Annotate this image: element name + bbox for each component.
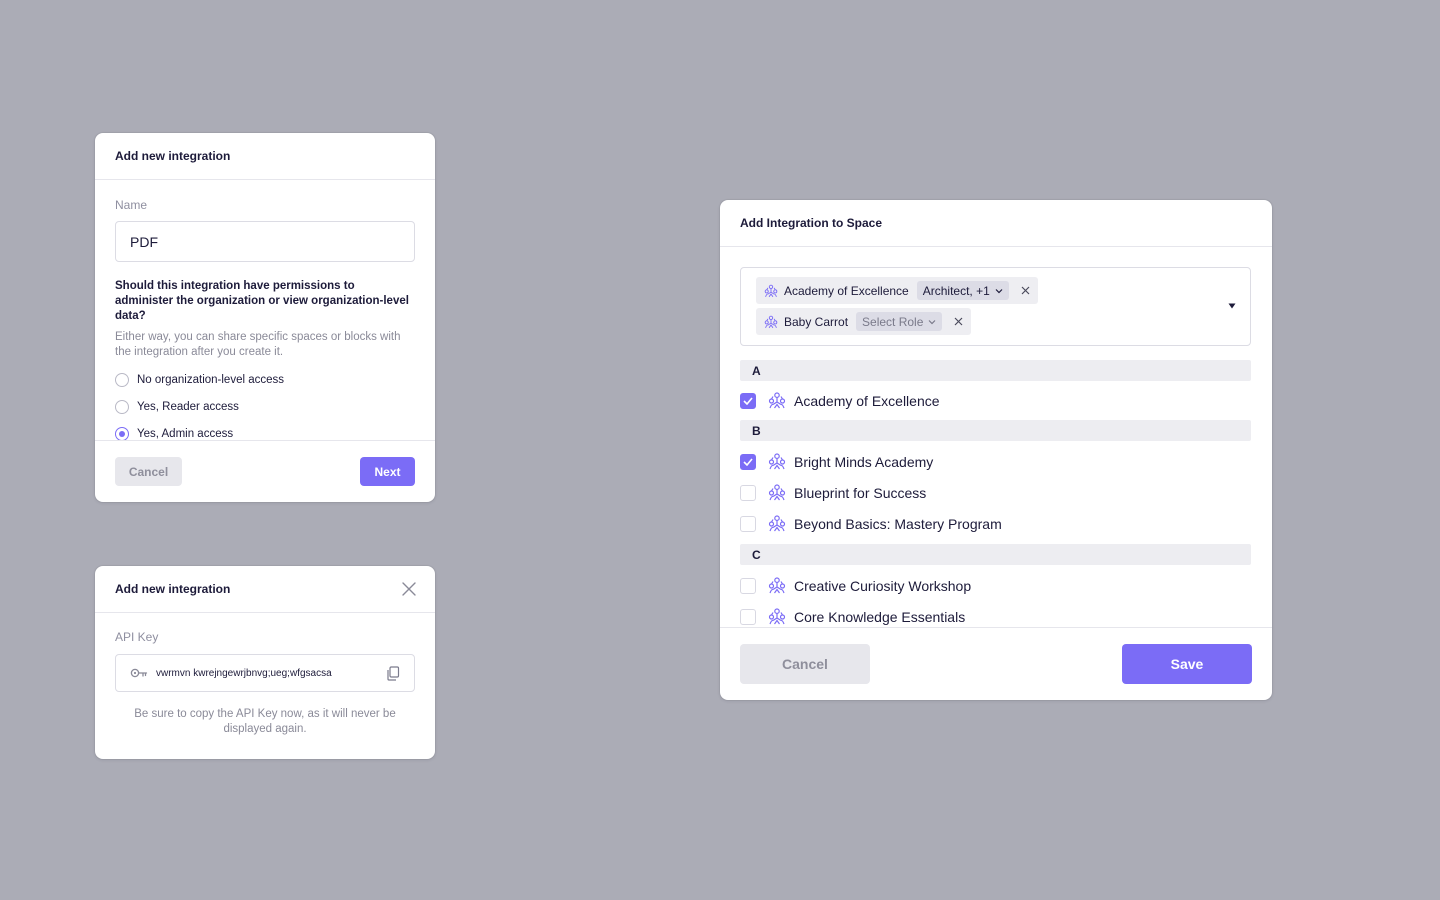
list-item[interactable]: Academy of Excellence bbox=[740, 385, 1251, 416]
copy-icon[interactable] bbox=[386, 666, 400, 681]
add-integration-to-space-dialog: Add Integration to Space Academy of Exce… bbox=[720, 200, 1272, 700]
dialog-header: Add new integration bbox=[95, 566, 435, 613]
list-item[interactable]: Creative Curiosity Workshop bbox=[740, 570, 1251, 601]
list-item[interactable]: Bright Minds Academy bbox=[740, 446, 1251, 477]
organization-icon bbox=[768, 515, 786, 532]
list-item-label: Blueprint for Success bbox=[794, 484, 927, 501]
api-key-dialog: Add new integration API Key vwrmvn kwrej… bbox=[95, 566, 435, 759]
cancel-button[interactable]: Cancel bbox=[740, 644, 870, 684]
cancel-button[interactable]: Cancel bbox=[115, 457, 182, 486]
dialog-footer: Cancel Next bbox=[95, 440, 435, 502]
role-dropdown[interactable]: Architect, +1 bbox=[916, 281, 1009, 300]
dialog-footer: Cancel Save bbox=[720, 627, 1272, 700]
save-button[interactable]: Save bbox=[1122, 644, 1252, 684]
name-input[interactable]: PDF bbox=[115, 221, 415, 262]
role-value: Architect, +1 bbox=[922, 283, 990, 298]
permission-question: Should this integration have permissions… bbox=[115, 280, 409, 322]
radio-label: No organization-level access bbox=[137, 373, 285, 386]
checkbox-checked[interactable] bbox=[740, 392, 756, 409]
space-multiselect[interactable]: Academy of Excellence Architect, +1 Baby… bbox=[740, 267, 1251, 346]
name-input-value: PDF bbox=[130, 233, 158, 250]
dialog-title: Add Integration to Space bbox=[720, 200, 1272, 247]
caret-down-icon[interactable] bbox=[1228, 303, 1236, 309]
check-icon bbox=[743, 457, 753, 466]
role-value: Select Role bbox=[862, 314, 924, 329]
dialog-title: Add new integration bbox=[115, 582, 231, 596]
next-button[interactable]: Next bbox=[360, 457, 415, 486]
organization-icon bbox=[764, 284, 778, 297]
organization-icon bbox=[768, 453, 786, 470]
radio-option-reader-access[interactable]: Yes, Reader access bbox=[115, 393, 415, 420]
list-item-label: Core Knowledge Essentials bbox=[794, 608, 966, 625]
access-radio-group: No organization-level access Yes, Reader… bbox=[115, 366, 415, 447]
name-label: Name bbox=[115, 198, 148, 212]
list-item[interactable]: Core Knowledge Essentials bbox=[740, 601, 1251, 627]
list-item[interactable]: Blueprint for Success bbox=[740, 477, 1251, 508]
group-header-b: B bbox=[740, 420, 1251, 441]
dialog-title: Add new integration bbox=[95, 133, 435, 180]
radio-option-no-access[interactable]: No organization-level access bbox=[115, 366, 415, 393]
key-icon bbox=[130, 668, 148, 678]
checkbox[interactable] bbox=[740, 515, 756, 532]
organization-icon bbox=[764, 315, 778, 328]
radio-button[interactable] bbox=[115, 399, 129, 414]
remove-chip-icon[interactable] bbox=[954, 317, 963, 326]
api-key-warning: Be sure to copy the API Key now, as it w… bbox=[134, 708, 396, 735]
close-icon[interactable] bbox=[401, 581, 417, 597]
organization-icon bbox=[768, 608, 786, 625]
group-header-c: C bbox=[740, 544, 1251, 565]
organization-icon bbox=[768, 484, 786, 501]
api-key-label: API Key bbox=[115, 630, 159, 644]
checkbox-checked[interactable] bbox=[740, 453, 756, 470]
chevron-down-icon bbox=[928, 319, 936, 324]
checkbox[interactable] bbox=[740, 577, 756, 594]
checkbox[interactable] bbox=[740, 484, 756, 501]
remove-chip-icon[interactable] bbox=[1021, 286, 1030, 295]
organization-icon bbox=[768, 577, 786, 594]
list-item[interactable]: Beyond Basics: Mastery Program bbox=[740, 508, 1251, 539]
radio-label: Yes, Admin access bbox=[137, 427, 234, 440]
space-list: A Academy of Excellence B Bright Minds A… bbox=[740, 360, 1251, 627]
radio-label: Yes, Reader access bbox=[137, 400, 239, 413]
radio-button[interactable] bbox=[115, 372, 129, 387]
list-item-label: Creative Curiosity Workshop bbox=[794, 577, 972, 594]
chip-label: Baby Carrot bbox=[784, 314, 849, 329]
selected-space-chip: Baby Carrot Select Role bbox=[756, 308, 972, 335]
api-key-field[interactable]: vwrmvn kwrejngewrjbnvg;ueg;wfgsacsa bbox=[115, 654, 415, 692]
list-item-label: Bright Minds Academy bbox=[794, 453, 934, 470]
radio-button-selected[interactable] bbox=[115, 426, 129, 441]
list-item-label: Academy of Excellence bbox=[794, 392, 940, 409]
group-header-a: A bbox=[740, 360, 1251, 381]
add-integration-dialog: Add new integration Name PDF Should this… bbox=[95, 133, 435, 502]
chevron-down-icon bbox=[995, 288, 1003, 293]
permission-help-text: Either way, you can share specific space… bbox=[115, 331, 401, 358]
selected-space-chip: Academy of Excellence Architect, +1 bbox=[756, 277, 1038, 304]
organization-icon bbox=[768, 392, 786, 409]
chip-label: Academy of Excellence bbox=[784, 283, 909, 298]
role-dropdown[interactable]: Select Role bbox=[856, 312, 943, 331]
check-icon bbox=[743, 396, 753, 405]
api-key-value: vwrmvn kwrejngewrjbnvg;ueg;wfgsacsa bbox=[156, 667, 332, 679]
list-item-label: Beyond Basics: Mastery Program bbox=[794, 515, 1002, 532]
checkbox[interactable] bbox=[740, 608, 756, 625]
